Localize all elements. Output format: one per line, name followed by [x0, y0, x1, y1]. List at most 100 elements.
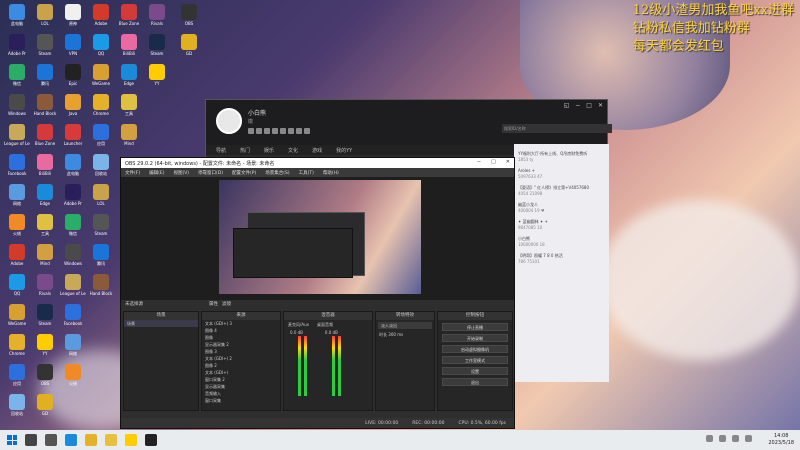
volume-icon[interactable] — [732, 435, 739, 442]
desktop-icon[interactable]: LOL — [88, 184, 114, 218]
search-input[interactable]: 搜索ID/名称 — [502, 124, 612, 133]
virtual-camera-button[interactable]: 启动虚拟摄像机 — [442, 345, 508, 353]
desktop-icon[interactable]: Mind — [32, 244, 58, 278]
studio-mode-button[interactable]: 工作室模式 — [442, 356, 508, 364]
network-icon[interactable] — [745, 435, 752, 442]
yy-icon[interactable] — [125, 434, 137, 446]
desktop-icon[interactable]: 火绒 — [4, 214, 30, 248]
desktop-icon[interactable]: BiliBili — [116, 34, 142, 68]
desktop-icon[interactable]: Edge — [116, 64, 142, 98]
list-item[interactable]: 【夏语】" 红人榜》排立第+V4057680 4054 21098 — [518, 185, 605, 197]
list-item[interactable]: 窗口采集 2 — [202, 376, 280, 383]
desktop-icon[interactable]: 网络 — [60, 334, 86, 368]
tool-icon[interactable] — [304, 128, 310, 134]
tab-my-yy[interactable]: 我的YY — [336, 147, 352, 154]
desktop-icon[interactable]: Windows — [4, 94, 30, 128]
desktop-icon[interactable]: Windows — [60, 244, 86, 278]
desktop-icon[interactable]: 此电脑 — [4, 4, 30, 38]
desktop-icon[interactable]: Hand Block — [32, 94, 58, 128]
desktop-icon[interactable]: 腾讯 — [32, 64, 58, 98]
desktop-icon[interactable]: Rivals — [32, 274, 58, 308]
list-item[interactable]: 文本 (GDI+) — [202, 369, 280, 376]
chrome-icon[interactable] — [85, 434, 97, 446]
desktop-icon[interactable]: Blue Zone — [32, 124, 58, 158]
list-item[interactable]: Aroles +5097633 47 — [518, 168, 605, 180]
menu-tools[interactable]: 工具(T) — [299, 170, 314, 176]
list-item[interactable]: 图像 — [202, 334, 280, 341]
desktop-icon[interactable]: 应用 — [88, 124, 114, 158]
desktop-icon[interactable]: Steam — [88, 214, 114, 248]
desktop-icon[interactable]: Java — [60, 94, 86, 128]
desktop-icon[interactable]: 微信 — [60, 214, 86, 248]
desktop-icon[interactable]: QQ — [88, 34, 114, 68]
desktop-icon[interactable]: Chrome — [4, 334, 30, 368]
tab-entertainment[interactable]: 娱乐 — [264, 147, 274, 154]
skin-icon[interactable]: ◱ — [564, 102, 570, 109]
menu-docks[interactable]: 停靠窗口(D) — [198, 170, 223, 176]
tab-hot[interactable]: 热门 — [240, 147, 250, 154]
desktop-icon[interactable]: QQ — [4, 274, 30, 308]
desktop-icon[interactable]: LOL — [32, 4, 58, 38]
transition-select[interactable]: 淡入淡出 — [378, 322, 432, 329]
desktop-icon[interactable]: Adobe Pr — [4, 34, 30, 68]
desktop-icon[interactable]: 工具 — [32, 214, 58, 248]
tool-icon[interactable] — [248, 128, 254, 134]
desktop-icon[interactable]: League of Legends — [4, 124, 30, 158]
desktop-icon[interactable]: 火绒 — [60, 364, 86, 398]
desktop-icon[interactable]: OBS — [32, 364, 58, 398]
desktop-icon[interactable]: Adobe Pr — [60, 184, 86, 218]
menu-file[interactable]: 文件(F) — [125, 170, 140, 176]
desktop-icon[interactable]: Mind — [116, 124, 142, 158]
settings-button[interactable]: 设置 — [442, 367, 508, 375]
minimize-icon[interactable]: − — [477, 159, 481, 165]
explorer-icon[interactable] — [105, 434, 117, 446]
tool-icon[interactable] — [264, 128, 270, 134]
desktop-icon[interactable]: 此电脑 — [60, 154, 86, 188]
desktop-icon[interactable]: BiliBili — [32, 154, 58, 188]
list-item[interactable]: 显示器采集 — [202, 383, 280, 390]
list-item[interactable]: 图像 2 — [202, 362, 280, 369]
desktop-icon[interactable]: 回收站 — [88, 154, 114, 188]
maximize-icon[interactable]: □ — [586, 102, 592, 109]
start-recording-button[interactable]: 开始录制 — [442, 334, 508, 342]
desktop-icon[interactable]: Steam — [32, 34, 58, 68]
list-item[interactable]: 显示器采集 2 — [202, 341, 280, 348]
list-item[interactable]: 【明哥】照耀 7 8 0 热活 786 75101 — [518, 253, 605, 265]
desktop-icon[interactable]: 网络 — [4, 184, 30, 218]
desktop-icon[interactable]: Adobe — [88, 4, 114, 38]
properties-button[interactable]: 属性 — [209, 301, 218, 307]
list-item[interactable]: 文本 (GDI+) 2 — [202, 355, 280, 362]
list-item[interactable]: ✦ 蓝幽圆林 ✦ +9847085 10 — [518, 219, 605, 231]
list-item[interactable]: 小白熊 10600000 18 — [518, 236, 605, 248]
desktop-icon[interactable]: Adobe — [4, 244, 30, 278]
desktop-icon[interactable]: Facebook — [60, 304, 86, 338]
desktop-icon[interactable]: Steam — [32, 304, 58, 338]
close-icon[interactable]: ✕ — [506, 159, 510, 165]
list-item[interactable]: 音频输入 — [202, 390, 280, 397]
desktop-icon[interactable]: Chrome — [88, 94, 114, 128]
desktop-icon[interactable]: 原神 — [60, 4, 86, 38]
desktop-icon[interactable]: 应用 — [4, 364, 30, 398]
start-button[interactable] — [7, 435, 17, 445]
tray-icon[interactable] — [706, 435, 713, 442]
clock[interactable]: 14:08 2023/5/18 — [768, 433, 794, 447]
filters-button[interactable]: 滤镜 — [222, 301, 231, 307]
exit-button[interactable]: 退出 — [442, 378, 508, 386]
desktop-icon[interactable]: OBS — [176, 4, 202, 38]
list-item[interactable]: 窗口采集 — [202, 397, 280, 404]
list-item[interactable]: 图像 3 — [202, 348, 280, 355]
menu-edit[interactable]: 编辑(E) — [149, 170, 164, 176]
tab-nav[interactable]: 导航 — [216, 147, 226, 154]
transition-duration[interactable]: 时长 300 ms — [376, 331, 434, 338]
desktop-icon[interactable]: 回收站 — [4, 394, 30, 428]
list-item[interactable]: YY福利大厅·所有上线、Q吊房财免费听 1853 ty — [518, 151, 605, 163]
tool-icon[interactable] — [288, 128, 294, 134]
search-icon[interactable] — [25, 434, 37, 446]
obs-preview[interactable] — [219, 180, 421, 294]
desktop-icon[interactable]: Hand Block — [88, 274, 114, 308]
desktop-icon[interactable]: Epic — [60, 64, 86, 98]
tool-icon[interactable] — [280, 128, 286, 134]
desktop-icon[interactable]: YY — [144, 64, 170, 98]
obs-icon[interactable] — [145, 434, 157, 446]
desktop-icon[interactable]: League of Legends — [60, 274, 86, 308]
